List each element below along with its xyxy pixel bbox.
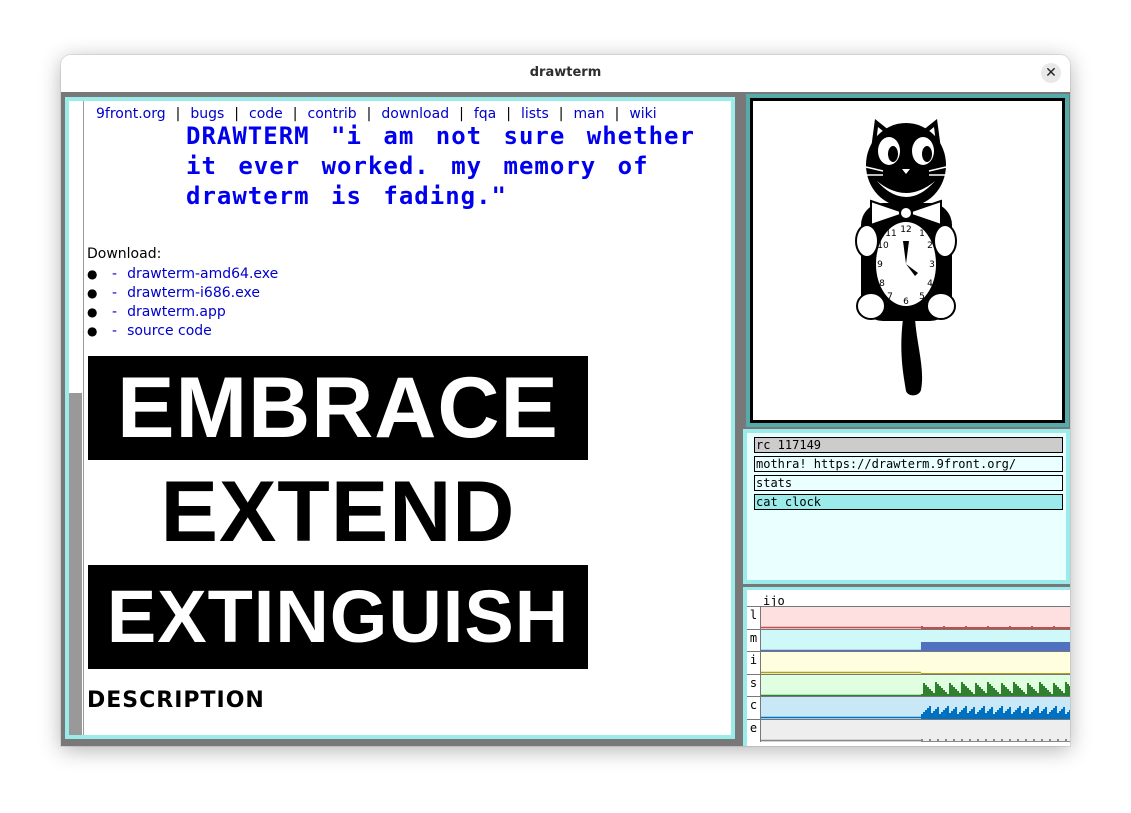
- download-link-app[interactable]: drawterm.app: [127, 304, 226, 320]
- scrollbar-thumb[interactable]: [69, 393, 82, 735]
- clock-numeral: 7: [887, 292, 893, 302]
- nav-link-code[interactable]: code: [249, 106, 283, 122]
- clock-numeral: 6: [903, 297, 909, 307]
- bullet-icon: ●: [87, 305, 98, 319]
- stats-row-label: c: [747, 697, 761, 720]
- window-entry-stats[interactable]: stats: [754, 475, 1063, 491]
- close-button[interactable]: ✕: [1041, 63, 1061, 83]
- stats-row-m: m: [747, 628, 1070, 652]
- nav-link-9front[interactable]: 9front.org: [96, 106, 166, 122]
- nav-link-lists[interactable]: lists: [521, 106, 549, 122]
- clock-numeral: 2: [927, 241, 933, 251]
- nav-link-fqa[interactable]: fqa: [474, 106, 496, 122]
- drawterm-window: drawterm ✕ 9front.org | bugs | code | contrib |…: [61, 55, 1070, 746]
- title-bar[interactable]: drawterm ✕: [61, 55, 1070, 93]
- nav-separator: |: [175, 106, 181, 122]
- stats-row-label: e: [747, 720, 761, 742]
- stats-graph: [761, 641, 1070, 652]
- window-title: drawterm: [529, 65, 602, 80]
- stats-row-label: l: [747, 607, 761, 629]
- stats-row-label: i: [747, 652, 761, 675]
- mothra-window[interactable]: 9front.org | bugs | code | contrib | download | fq…: [65, 97, 735, 739]
- description-heading: DESCRIPTION: [87, 688, 265, 713]
- eee-banner-image: EMBRACE EXTEND EXTINGUISH: [88, 356, 588, 671]
- page-headline: DRAWTERM "i am not sure whether it ever …: [186, 122, 695, 210]
- clock-numeral: 8: [879, 279, 885, 289]
- stats-graph: [761, 626, 1070, 629]
- banner-embrace: EMBRACE: [88, 356, 588, 460]
- stats-row-e: e: [747, 719, 1070, 742]
- dash: -: [112, 285, 118, 301]
- clock-numeral: 11: [885, 229, 896, 239]
- nav-separator: |: [459, 106, 464, 122]
- nav-link-bugs[interactable]: bugs: [190, 106, 224, 122]
- clock-numeral: 9: [877, 260, 883, 270]
- list-item: ● - drawterm-amd64.exe: [87, 265, 278, 284]
- nav-separator: |: [234, 106, 240, 122]
- window-entry-rc[interactable]: rc 117149: [754, 437, 1063, 453]
- nav-separator: |: [614, 106, 620, 122]
- stats-window[interactable]: ijo lmisce: [743, 587, 1070, 746]
- clock-numeral: 5: [919, 292, 925, 302]
- stats-graph: [761, 739, 1070, 742]
- nav-bar: 9front.org | bugs | code | contrib | download | fq…: [96, 106, 657, 122]
- banner-extend: EXTEND: [88, 460, 588, 564]
- window-list-panel[interactable]: rc 117149 mothra! https://drawterm.9fron…: [743, 429, 1070, 584]
- banner-extinguish: EXTINGUISH: [88, 565, 588, 669]
- download-label: Download:: [87, 246, 162, 262]
- stats-row-c: c: [747, 696, 1070, 720]
- mothra-page: 9front.org | bugs | code | contrib | download | fq…: [69, 101, 731, 735]
- stats-panel: ijo lmisce: [747, 590, 1070, 746]
- clock-numeral: 10: [877, 241, 889, 251]
- download-link-i686[interactable]: drawterm-i686.exe: [127, 285, 260, 301]
- bullet-icon: ●: [87, 267, 98, 281]
- stats-row-label: s: [747, 674, 761, 697]
- nav-separator: |: [506, 106, 511, 122]
- stats-row-l: l: [747, 606, 1070, 629]
- dash: -: [112, 323, 118, 339]
- dash: -: [112, 266, 118, 282]
- stats-row-label: m: [747, 629, 761, 652]
- nav-link-wiki[interactable]: wiki: [629, 106, 656, 122]
- nav-separator: |: [292, 106, 298, 122]
- catclock-window[interactable]: 12 1 2 3 4 5 6 7 8 9 10 11: [746, 94, 1069, 427]
- list-item: ● - source code: [87, 322, 278, 341]
- list-item: ● - drawterm-i686.exe: [87, 284, 278, 303]
- rio-desktop: 9front.org | bugs | code | contrib | download | fq…: [61, 92, 1070, 746]
- window-entry-mothra[interactable]: mothra! https://drawterm.9front.org/: [754, 456, 1063, 472]
- download-list: ● - drawterm-amd64.exe ● - drawterm-i686.exe…: [87, 265, 278, 341]
- nav-link-man[interactable]: man: [574, 106, 605, 122]
- stats-graph: [761, 681, 1070, 697]
- clock-numeral: 12: [900, 225, 911, 235]
- dash: -: [112, 304, 118, 320]
- nav-link-download[interactable]: download: [381, 106, 449, 122]
- clock-numeral: 4: [927, 279, 933, 289]
- stats-row-i: i: [747, 651, 1070, 675]
- list-item: ● - drawterm.app: [87, 303, 278, 322]
- clock-numeral: 3: [929, 260, 935, 270]
- stats-graph: [761, 706, 1070, 720]
- nav-separator: |: [558, 106, 564, 122]
- download-link-source[interactable]: source code: [127, 323, 212, 339]
- download-link-amd64[interactable]: drawterm-amd64.exe: [127, 266, 278, 282]
- clock-numeral: 1: [919, 229, 925, 239]
- window-entry-catclock[interactable]: cat clock: [754, 494, 1063, 510]
- stats-graph: [761, 671, 1070, 675]
- nav-separator: |: [366, 106, 372, 122]
- scrollbar[interactable]: [69, 101, 84, 735]
- cat-clock-icon: 12 1 2 3 4 5 6 7 8 9 10 11: [855, 119, 957, 396]
- nav-link-contrib[interactable]: contrib: [308, 106, 357, 122]
- bullet-icon: ●: [87, 324, 98, 338]
- stats-row-s: s: [747, 673, 1070, 697]
- page-content: 9front.org | bugs | code | contrib | download | fq…: [85, 101, 729, 735]
- bullet-icon: ●: [87, 286, 98, 300]
- catclock-face: 12 1 2 3 4 5 6 7 8 9 10 11: [753, 101, 1062, 420]
